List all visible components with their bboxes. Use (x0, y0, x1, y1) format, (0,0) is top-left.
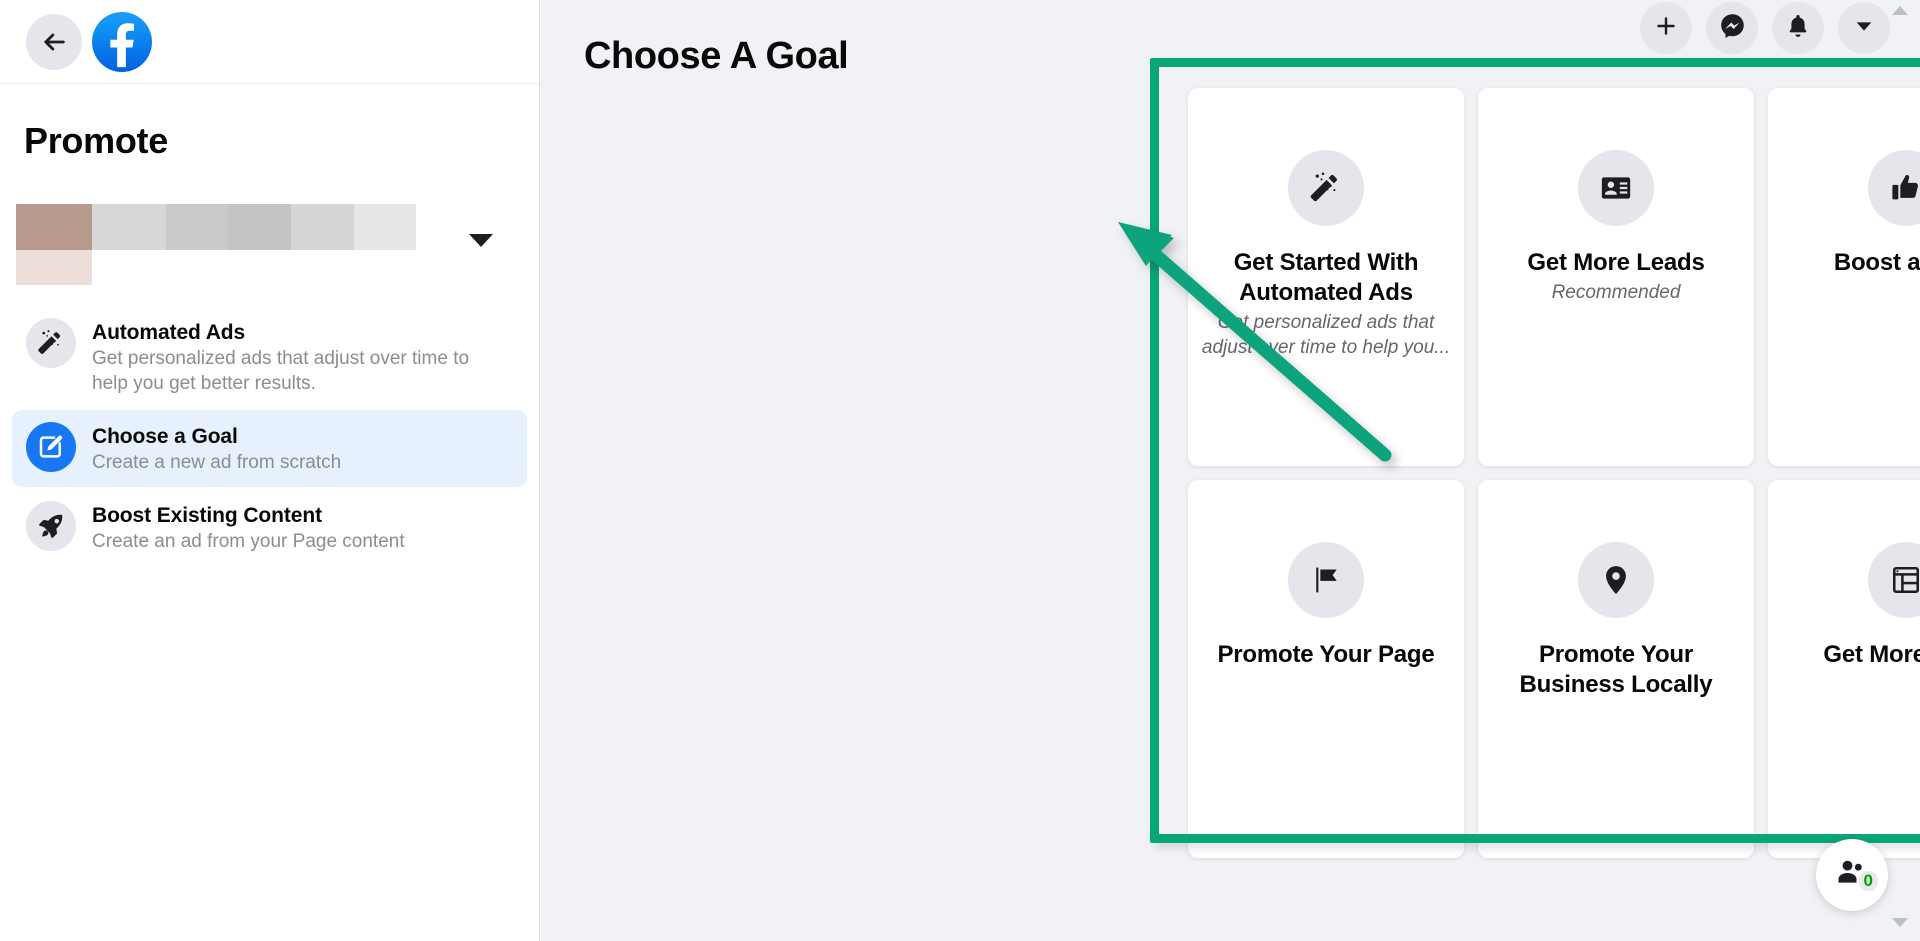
contacts-fab-button[interactable]: 0 (1816, 839, 1888, 911)
account-menu-button[interactable] (1838, 2, 1890, 54)
scroll-down-caret-icon[interactable] (1892, 918, 1908, 927)
compose-pencil-icon (26, 422, 76, 472)
sidebar-nav: Automated Ads Get personalized ads that … (0, 306, 539, 566)
goal-card-get-more-calls[interactable]: Get More Calls (1768, 480, 1920, 858)
sidebar-item-description: Get personalized ads that adjust over ti… (92, 348, 470, 394)
messenger-icon (1719, 12, 1746, 44)
facebook-logo-icon[interactable] (92, 11, 152, 72)
location-pin-icon (1578, 542, 1654, 618)
notifications-button[interactable] (1772, 2, 1824, 54)
flag-icon (1288, 542, 1364, 618)
chevron-down-icon (1853, 15, 1875, 42)
main-header: Choose A Goal (540, 0, 1920, 76)
create-button[interactable] (1640, 2, 1692, 54)
sidebar-item-description: Create a new ad from scratch (92, 452, 342, 473)
promote-app: Promote Automated Ads Get personalized a… (0, 0, 1920, 941)
sidebar-item-text: Automated Ads Get personalized ads that … (92, 318, 492, 396)
sidebar-header (0, 0, 539, 84)
goal-card-promote-your-business-locally[interactable]: Promote Your Business Locally (1478, 480, 1754, 858)
sidebar-item-boost-existing-content[interactable]: Boost Existing Content Create an ad from… (12, 489, 527, 566)
sidebar-item-label: Boost Existing Content (92, 504, 322, 527)
plus-icon (1653, 13, 1679, 44)
sidebar-item-text: Boost Existing Content Create an ad from… (92, 501, 405, 554)
chevron-down-icon (469, 234, 493, 247)
sidebar-item-description: Create an ad from your Page content (92, 531, 405, 552)
main-content: Choose A Goal Get Started With Automated… (540, 0, 1920, 941)
arrow-left-icon (40, 28, 68, 56)
sidebar-item-choose-a-goal[interactable]: Choose a Goal Create a new ad from scrat… (12, 410, 527, 487)
messenger-button[interactable] (1706, 2, 1758, 54)
main-heading: Choose A Goal (584, 35, 849, 77)
back-button[interactable] (26, 13, 82, 70)
goal-card-title: Promote Your Business Locally (1519, 641, 1713, 698)
redacted-page-name (16, 204, 416, 285)
sidebar-item-label: Choose a Goal (92, 425, 238, 448)
rocket-icon (26, 501, 76, 551)
goal-card-title: Get Started With Automated Ads (1233, 249, 1419, 306)
contact-card-icon (1578, 150, 1654, 226)
goal-card-get-started-automated-ads[interactable]: Get Started With Automated Ads Get perso… (1188, 88, 1464, 466)
webpage-layout-icon (1868, 542, 1920, 618)
contacts-count-badge: 0 (1858, 871, 1878, 891)
goal-card-get-more-leads[interactable]: Get More Leads Recommended (1478, 88, 1754, 466)
goal-card-boost-a-post[interactable]: Boost a Post (1768, 88, 1920, 466)
goal-card-title: Promote Your Page (1217, 641, 1435, 668)
goal-card-title: Get More Leads (1527, 249, 1705, 276)
thumbs-up-icon (1868, 150, 1920, 226)
sidebar-item-automated-ads[interactable]: Automated Ads Get personalized ads that … (12, 306, 527, 408)
goal-card-promote-your-page[interactable]: Promote Your Page (1188, 480, 1464, 858)
goal-card-title: Get More Calls (1823, 641, 1920, 668)
sidebar: Promote Automated Ads Get personalized a… (0, 0, 540, 941)
magic-wand-icon (1288, 150, 1364, 226)
bell-icon (1785, 13, 1811, 44)
goal-card-subtitle: Get personalized ads that adjust over ti… (1201, 312, 1451, 358)
sidebar-item-label: Automated Ads (92, 321, 246, 344)
header-actions (1640, 2, 1890, 54)
magic-wand-icon (26, 318, 76, 368)
page-title: Promote (24, 120, 168, 161)
sidebar-item-text: Choose a Goal Create a new ad from scrat… (92, 422, 341, 475)
goal-grid: Get Started With Automated Ads Get perso… (1188, 88, 1920, 858)
goal-card-title: Boost a Post (1833, 249, 1920, 276)
page-selector[interactable] (0, 204, 539, 285)
scroll-up-caret-icon[interactable] (1892, 6, 1908, 15)
goal-card-subtitle: Recommended (1551, 282, 1681, 303)
